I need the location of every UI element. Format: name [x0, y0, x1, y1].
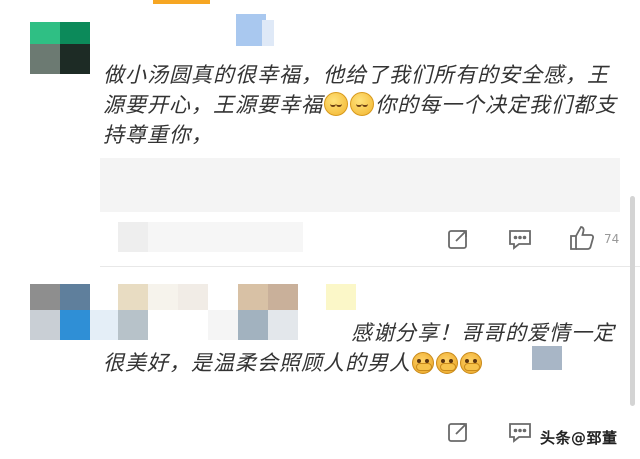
watermark-text: 头条@郅董	[540, 429, 618, 447]
reply-preview-blurred	[118, 222, 148, 252]
comment-divider	[100, 266, 640, 267]
comment-icon	[509, 423, 531, 443]
orange-tab-fragment	[153, 0, 210, 4]
hand-over-face-icon	[412, 352, 434, 374]
comment-button[interactable]	[506, 225, 534, 253]
mosaic-block	[532, 346, 562, 370]
share-button[interactable]	[444, 225, 472, 253]
hand-over-face-icon	[436, 352, 458, 374]
comment-text: 做小汤圆真的很幸福，他给了我们所有的安全感，王源要开心，王源要幸福 你的每一个决定…	[103, 60, 623, 150]
avatar-mosaic[interactable]	[30, 22, 90, 74]
comment-button[interactable]	[506, 418, 534, 446]
avatar-mosaic[interactable]	[30, 284, 90, 340]
share-icon	[448, 230, 467, 249]
like-icon	[570, 226, 595, 250]
share-button[interactable]	[444, 418, 472, 446]
like-button[interactable]	[568, 224, 596, 252]
reply-preview-blurred	[148, 222, 303, 252]
relieved-face-icon	[324, 92, 348, 116]
scrollbar[interactable]	[630, 196, 635, 406]
like-count: 74	[604, 232, 620, 246]
share-icon	[448, 423, 467, 442]
reply-preview-blurred	[100, 158, 620, 212]
comment-icon	[509, 230, 531, 250]
mosaic-block	[262, 20, 274, 46]
relieved-face-icon	[350, 92, 374, 116]
hand-over-face-icon	[460, 352, 482, 374]
